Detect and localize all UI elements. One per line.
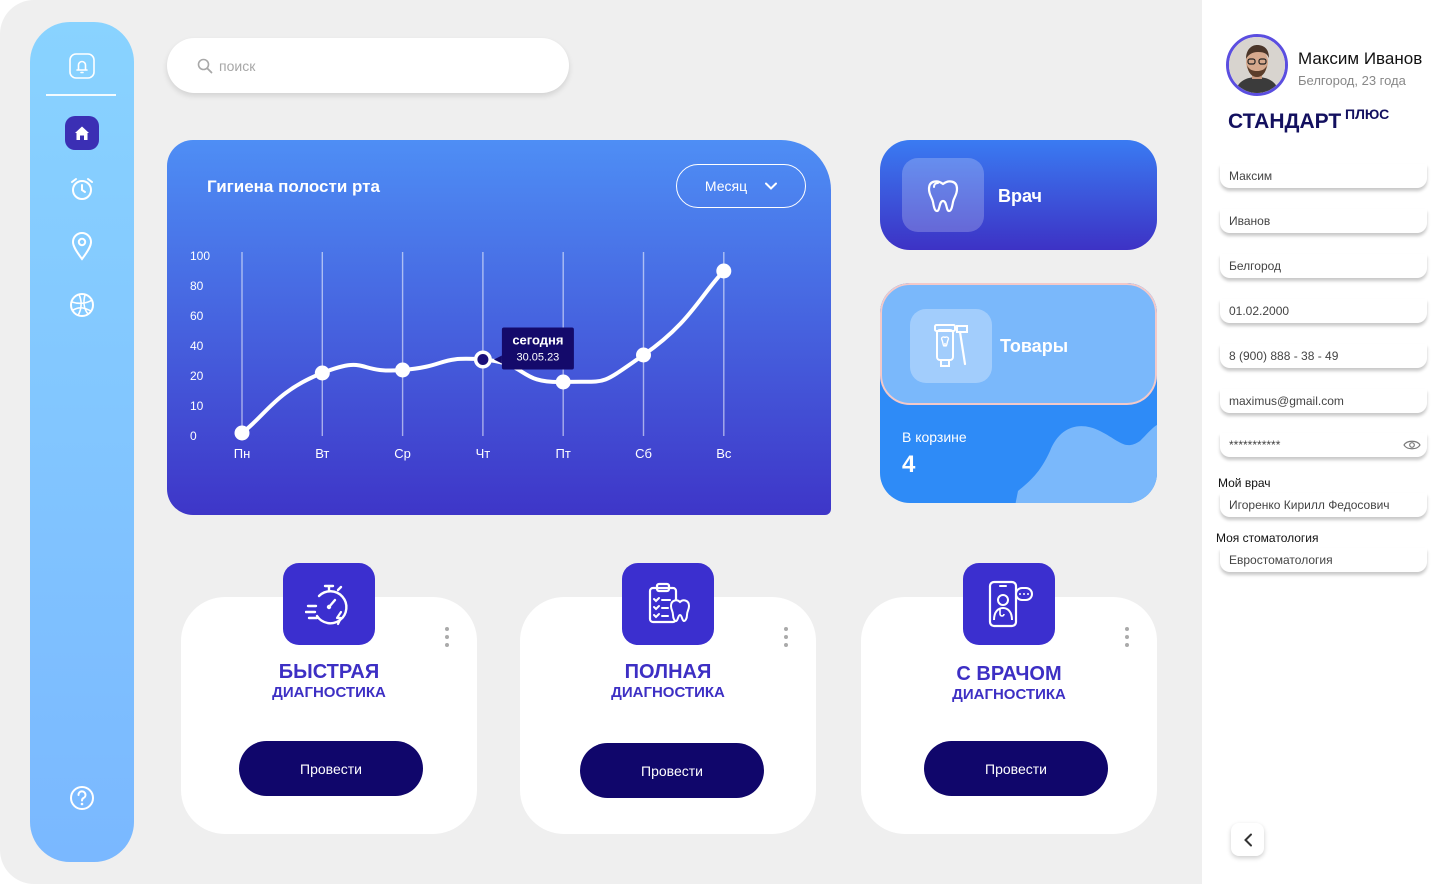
goods-icon-box (910, 309, 992, 383)
full-diagnostics-button[interactable]: Провести (580, 743, 764, 798)
search-icon (197, 58, 213, 73)
more-options-button[interactable] (784, 627, 788, 647)
y-tick-label: 0 (190, 429, 197, 443)
y-tick-label: 80 (190, 279, 204, 293)
y-tick-label: 40 (190, 339, 204, 353)
diag-title: БЫСТРАЯ (278, 661, 380, 683)
diag-subtitle: ДИАГНОСТИКА (611, 684, 725, 701)
location-pin-icon (71, 232, 93, 261)
clipboard-tooth-icon (648, 582, 691, 624)
password-field[interactable]: *********** (1220, 433, 1427, 457)
my-clinic-label: Моя стоматология (1216, 531, 1319, 545)
first-name-field[interactable]: Максим (1220, 164, 1427, 188)
doctor-card-label: Врач (998, 186, 1043, 206)
x-tick-label: Чт (476, 446, 491, 461)
bell-icon (69, 53, 95, 79)
alarm-clock-icon (71, 178, 93, 200)
stopwatch-icon (305, 584, 348, 626)
sidebar-item-reminders[interactable] (30, 175, 134, 203)
birth-date-field[interactable]: 01.02.2000 (1220, 299, 1427, 323)
x-tick-label: Ср (394, 446, 411, 461)
more-options-button[interactable] (1125, 627, 1129, 647)
diag-title: ПОЛНАЯ (624, 661, 712, 683)
x-tick-label: Сб (635, 446, 652, 461)
doctor-diagnostics-icon-box (963, 563, 1055, 645)
email-field[interactable]: maximus@gmail.com (1220, 389, 1427, 413)
profile-location: Белгород, 23 года (1298, 73, 1406, 88)
goods-card-header: Товары (880, 283, 1157, 405)
search-bar (167, 38, 569, 93)
chevron-left-icon (1243, 833, 1252, 846)
chart-title: Гигиена полости рта (207, 177, 380, 196)
cart-count: 4 (902, 451, 916, 478)
period-value: Месяц (704, 178, 748, 194)
app: 10080604020100ПнВтСрЧтПтСбВссегодня30.05… (0, 0, 1443, 884)
data-point (234, 425, 250, 441)
sidebar-divider (46, 94, 116, 96)
plan-suffix: ПЛЮС (1345, 106, 1390, 122)
phone-field[interactable]: 8 (900) 888 - 38 - 49 (1220, 344, 1427, 368)
quick-diagnostics-icon-box (283, 563, 375, 645)
goods-card[interactable]: Товары В корзине 4 (880, 283, 1157, 503)
city-field[interactable]: Белгород (1220, 254, 1427, 278)
help-icon (70, 786, 94, 810)
x-tick-label: Пт (556, 446, 571, 461)
notifications-button[interactable] (30, 52, 134, 80)
y-tick-label: 20 (190, 369, 204, 383)
tooltip-date: 30.05.23 (516, 352, 559, 364)
my-doctor-label: Мой врач (1218, 476, 1271, 490)
data-point (636, 347, 651, 363)
toothpaste-brush-icon (934, 324, 968, 367)
last-name-field[interactable]: Иванов (1220, 209, 1427, 233)
my-clinic-field[interactable]: Евростоматология (1220, 548, 1427, 572)
search-input[interactable] (219, 57, 519, 74)
diag-title: С ВРАЧОМ (956, 663, 1062, 685)
data-point (314, 365, 330, 381)
data-point (555, 374, 571, 390)
diag-subtitle: ДИАГНОСТИКА (272, 684, 386, 701)
home-icon (75, 126, 89, 140)
full-diagnostics-icon-box (622, 563, 714, 645)
help-button[interactable] (30, 783, 134, 813)
cart-label: В корзине (902, 429, 967, 445)
my-doctor-field[interactable]: Игоренко Кирилл Федосович (1220, 493, 1427, 517)
profile-name: Максим Иванов (1298, 49, 1423, 68)
video-call-doctor-icon (988, 580, 1033, 628)
x-tick-label: Пн (234, 446, 251, 461)
sidebar (30, 22, 134, 862)
chevron-down-icon (765, 182, 778, 190)
collapse-panel-button[interactable] (1231, 823, 1264, 856)
sidebar-item-map[interactable] (30, 231, 134, 261)
y-tick-label: 10 (190, 399, 204, 413)
decorative-blob (1015, 425, 1157, 503)
more-options-button[interactable] (445, 627, 449, 647)
x-tick-label: Вс (716, 446, 732, 461)
data-point (716, 263, 732, 279)
y-tick-label: 60 (190, 309, 204, 323)
sidebar-item-home[interactable] (30, 116, 134, 150)
tooltip-label: сегодня (512, 333, 563, 348)
y-tick-label: 100 (190, 249, 210, 263)
sidebar-item-globe[interactable] (30, 290, 134, 320)
data-point (395, 362, 411, 378)
period-dropdown[interactable]: Месяц (676, 164, 806, 208)
diag-subtitle: ДИАГНОСТИКА (952, 686, 1066, 703)
hygiene-chart-card: 100 80 60 40 20 10 0 Пн Вт Ср Чт Пт Сб Вс сегодня 30.05… (167, 140, 831, 515)
doctor-diagnostics-button[interactable]: Провести (924, 741, 1108, 796)
quick-diagnostics-button[interactable]: Провести (239, 741, 423, 796)
highlight-point (477, 354, 489, 365)
password-value: *********** (1229, 438, 1281, 452)
x-tick-label: Вт (315, 446, 329, 461)
tooth-icon (927, 180, 959, 213)
goods-card-label: Товары (1000, 336, 1069, 356)
plan-name: СТАНДАРТ (1228, 110, 1342, 133)
user-photo (1229, 37, 1285, 93)
avatar[interactable] (1226, 34, 1288, 96)
globe-icon (70, 293, 94, 317)
eye-icon[interactable] (1403, 439, 1421, 451)
doctor-card[interactable]: Врач (880, 140, 1157, 250)
doctor-icon-box (902, 158, 984, 232)
